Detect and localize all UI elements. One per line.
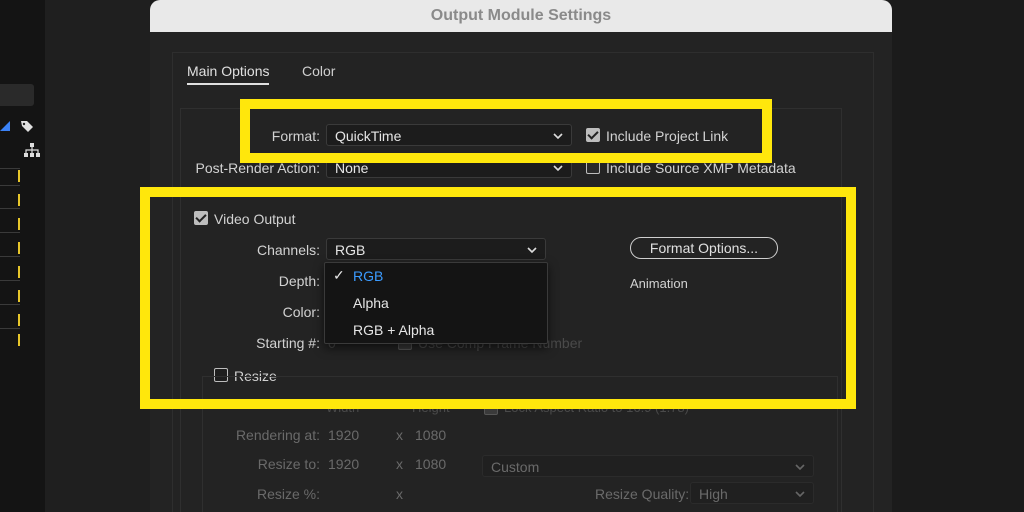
- video-output-checkbox[interactable]: [194, 211, 208, 225]
- lock-aspect-label: Lock Aspect Ratio to 16:9 (1.78): [504, 400, 689, 415]
- tag-icon[interactable]: [20, 120, 34, 133]
- resize-to-x: x: [396, 456, 403, 472]
- row-divider: [0, 185, 20, 186]
- resize-to-width[interactable]: 1920: [328, 456, 359, 472]
- row-divider: [0, 328, 20, 329]
- timeline-marker: [18, 266, 20, 278]
- chevron-down-icon: [527, 247, 537, 254]
- menu-item-alpha[interactable]: Alpha: [353, 295, 389, 311]
- resize-preset-select[interactable]: Custom: [482, 455, 814, 477]
- row-divider: [0, 208, 20, 209]
- format-options-button[interactable]: Format Options...: [630, 237, 778, 259]
- timeline-marker: [18, 242, 20, 254]
- format-label: Format:: [271, 128, 320, 144]
- format-value: QuickTime: [335, 128, 402, 144]
- include-xmp-checkbox[interactable]: [586, 160, 600, 174]
- resize-preset-value: Custom: [491, 459, 540, 475]
- channels-select[interactable]: RGB: [326, 238, 546, 260]
- channels-value: RGB: [335, 242, 366, 258]
- menu-item-rgb[interactable]: RGB: [353, 268, 383, 284]
- video-output-label: Video Output: [214, 211, 296, 227]
- resize-to-label: Resize to:: [257, 456, 320, 472]
- checkmark-icon: ✓: [333, 267, 345, 283]
- hierarchy-icon[interactable]: [24, 143, 40, 157]
- resize-to-height[interactable]: 1080: [415, 456, 446, 472]
- menu-item-rgb-alpha[interactable]: RGB + Alpha: [353, 322, 434, 338]
- timeline-marker: [18, 314, 20, 326]
- resize-percent-label: Resize %:: [256, 486, 320, 502]
- timeline-marker: [18, 218, 20, 230]
- post-render-select[interactable]: None: [326, 156, 572, 178]
- resize-quality-value: High: [699, 486, 728, 502]
- post-render-label: Post-Render Action:: [195, 160, 320, 176]
- timeline-marker: [18, 334, 20, 346]
- channels-dropdown-menu: ✓ RGB Alpha RGB + Alpha: [324, 262, 548, 344]
- output-module-dialog: Output Module Settings Main Options Colo…: [150, 0, 892, 512]
- row-divider: [0, 304, 20, 305]
- timeline-marker: [18, 194, 20, 206]
- background-search-field[interactable]: [0, 84, 34, 106]
- timeline-marker: [18, 170, 20, 182]
- include-project-link-label: Include Project Link: [606, 128, 729, 144]
- include-xmp-label: Include Source XMP Metadata: [606, 160, 796, 176]
- resize-quality-select[interactable]: High: [690, 482, 814, 504]
- channels-label: Channels:: [256, 242, 320, 258]
- format-select[interactable]: QuickTime: [326, 124, 572, 146]
- rendering-at-label: Rendering at:: [235, 427, 320, 443]
- width-header: Width: [326, 400, 360, 415]
- rendering-at-width: 1920: [328, 427, 360, 443]
- row-divider: [0, 168, 20, 169]
- depth-label: Depth:: [278, 273, 320, 289]
- lock-aspect-checkbox[interactable]: [484, 401, 498, 415]
- starting-number-label: Starting #:: [256, 335, 320, 351]
- post-render-value: None: [335, 160, 369, 176]
- height-header: Height: [412, 400, 450, 415]
- row-divider: [0, 280, 20, 281]
- include-project-link-checkbox[interactable]: [586, 128, 600, 142]
- tab-color[interactable]: Color: [302, 63, 335, 79]
- dialog-title: Output Module Settings: [150, 0, 892, 32]
- row-divider: [0, 256, 20, 257]
- codec-label: Animation: [630, 276, 688, 291]
- chevron-down-icon: [795, 491, 805, 498]
- resize-quality-label: Resize Quality:: [595, 486, 690, 502]
- resize-percent-x: x: [396, 486, 403, 502]
- timeline-marker: [18, 290, 20, 302]
- corner-marker-icon: [0, 121, 10, 131]
- rendering-at-height: 1080: [415, 427, 447, 443]
- chevron-down-icon: [795, 464, 805, 471]
- rendering-at-x: x: [396, 427, 403, 443]
- tab-main-options[interactable]: Main Options: [187, 63, 270, 85]
- chevron-down-icon: [553, 133, 563, 140]
- color-label: Color:: [282, 304, 320, 320]
- chevron-down-icon: [553, 165, 563, 172]
- row-divider: [0, 232, 20, 233]
